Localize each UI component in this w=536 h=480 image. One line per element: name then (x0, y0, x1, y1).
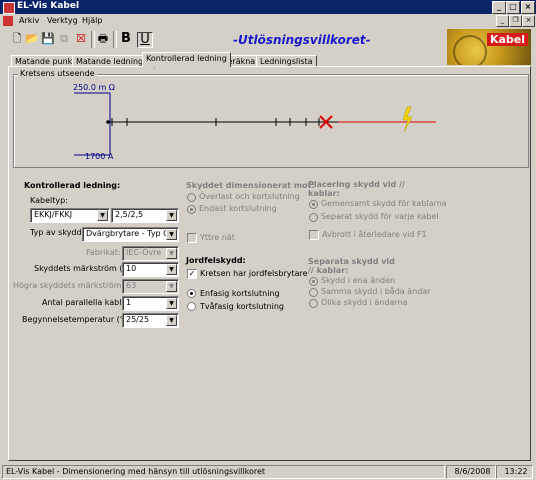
menu-bar: Arkiv Verktyg Hjälp (0, 14, 536, 28)
bada-andar-radio[interactable] (309, 288, 318, 297)
skydd-label: Typ av skydd: (30, 228, 85, 237)
placering-title-2: kablar: (308, 189, 340, 198)
logo-text: Kabel (486, 33, 528, 46)
yttre-nat-checkbox[interactable] (187, 233, 197, 243)
separat-skydd-label: Separat skydd för varje kabel (321, 212, 439, 221)
overlast-radio[interactable] (187, 193, 196, 202)
kabeltyp-value: EKKJ/FKKJ (34, 210, 73, 219)
maximize-button[interactable]: □ (506, 1, 520, 14)
hogra-markstrom-label: Högra skyddets märkström (A): (13, 281, 139, 290)
kabel-logo: Kabel (447, 29, 531, 65)
open-folder-icon[interactable]: 📂 (25, 32, 39, 46)
status-date: 8/6/2008 (446, 465, 496, 479)
tab-kontrollerad-ledning[interactable]: Kontrollerad ledning (142, 52, 231, 67)
jordfelsbrytare-checkbox[interactable]: ✓ (187, 269, 197, 279)
fabrikat-label: Fabrikat: (86, 248, 121, 257)
kabeltyp-label: Kabeltyp: (30, 196, 68, 205)
bada-andar-label: Samma skydd i båda ändar (321, 287, 431, 296)
app-icon[interactable] (3, 2, 15, 14)
chevron-down-icon[interactable]: ▼ (166, 248, 177, 259)
chevron-down-icon[interactable]: ▼ (166, 281, 177, 292)
enfasig-radio[interactable] (187, 289, 196, 298)
chevron-down-icon[interactable]: ▼ (166, 298, 177, 309)
area-select[interactable]: 2,5/2,5 ▼ (111, 208, 179, 223)
temp-select[interactable]: 25/25 ▼ (122, 313, 179, 328)
avbrott-checkbox[interactable] (309, 230, 319, 240)
markstrom-select[interactable]: 10 ▼ (122, 262, 179, 277)
temp-value: 25/25 (126, 315, 150, 324)
jordfelsbrytare-label: Kretsen har jordfelsbrytare (200, 269, 308, 278)
ena-anden-radio[interactable] (309, 277, 318, 286)
mdi-restore-button[interactable]: ❐ (509, 15, 522, 27)
kabeltyp-select[interactable]: EKKJ/FKKJ ▼ (30, 208, 110, 223)
title-bar: EL-Vis Kabel _ □ × (0, 0, 536, 14)
hogra-markstrom-value: 63 (126, 281, 137, 290)
kontrollerad-title: Kontrollerad ledning: (24, 181, 121, 190)
separat-skydd-radio[interactable] (309, 213, 318, 222)
skydd-select[interactable]: Dvärgbrytare - Typ C ▼ (82, 227, 179, 242)
copy-icon[interactable]: ⧉ (57, 32, 71, 46)
parallella-value: 1 (126, 298, 132, 307)
fabrikat-value: IEC-Övre (126, 248, 162, 257)
new-file-icon[interactable]: 🗋 (10, 32, 24, 46)
jordfel-title: Jordfelskydd: (186, 256, 246, 265)
endast-kortslutning-label: Endast kortslutning (199, 204, 277, 213)
chevron-down-icon[interactable]: ▼ (166, 210, 177, 221)
circuit-diagram (74, 92, 436, 156)
overlast-label: Överlast och kortslutning (199, 192, 300, 201)
skydd-value: Dvärgbrytare - Typ C (86, 229, 169, 238)
fabrikat-select[interactable]: IEC-Övre ▼ (122, 246, 179, 261)
circuit-group-label: Kretsens utseende (18, 69, 97, 78)
olika-skydd-radio[interactable] (309, 299, 318, 308)
markstrom-value: 10 (126, 264, 137, 273)
mdi-close-button[interactable]: × (522, 15, 535, 27)
menu-arkiv[interactable]: Arkiv (19, 16, 39, 25)
temp-label: Begynnelsetemperatur (°C): (22, 315, 136, 324)
avbrott-label: Avbrott i återledare vid F1 (322, 230, 427, 239)
chevron-down-icon[interactable]: ▼ (97, 210, 108, 221)
delete-icon[interactable]: ☒ (74, 32, 88, 46)
close-button[interactable]: × (521, 1, 535, 14)
status-time: 13:22 (496, 465, 533, 479)
bold-button[interactable]: B (119, 32, 133, 46)
area-value: 2,5/2,5 (115, 210, 144, 219)
page-heading: -Utlösningsvillkoret- (233, 33, 371, 47)
tvafasig-label: Tvåfasig kortslutning (200, 302, 284, 311)
separata-title-2: // kablar: (308, 266, 349, 275)
window-title: EL-Vis Kabel (17, 1, 80, 11)
mdi-minimize-button[interactable]: _ (496, 15, 509, 27)
enfasig-label: Enfasig kortslutning (200, 289, 280, 298)
minimize-button[interactable]: _ (492, 1, 506, 14)
parallella-label: Antal parallella kablar: (42, 298, 133, 307)
chevron-down-icon[interactable]: ▼ (166, 315, 177, 326)
yttre-nat-label: Yttre nät (200, 233, 235, 242)
menu-hjalp[interactable]: Hjälp (82, 16, 102, 25)
mdi-child-icon[interactable] (3, 16, 13, 26)
menu-verktyg[interactable]: Verktyg (47, 16, 78, 25)
separata-title: Separata skydd vid (308, 257, 395, 266)
gemensamt-skydd-radio[interactable] (309, 200, 318, 209)
save-icon[interactable]: 💾 (41, 32, 55, 46)
hogra-markstrom-select[interactable]: 63 ▼ (122, 279, 179, 294)
tvafasig-radio[interactable] (187, 302, 196, 311)
print-icon[interactable]: 🖶 (96, 32, 110, 46)
toolbar-separator (113, 31, 117, 48)
endast-kortslutning-radio[interactable] (187, 205, 196, 214)
toolbar-separator (91, 31, 95, 48)
underline-button[interactable]: U (137, 32, 153, 48)
chevron-down-icon[interactable]: ▼ (166, 264, 177, 275)
ena-anden-label: Skydd i ena änden (321, 276, 396, 285)
markstrom-label: Skyddets märkström (A): (34, 264, 134, 273)
status-text: EL-Vis Kabel - Dimensionering med hänsyn… (2, 465, 445, 479)
parallella-select[interactable]: 1 ▼ (122, 296, 179, 311)
gemensamt-skydd-label: Gemensamt skydd för kablarna (321, 199, 447, 208)
placering-title: Placering skydd vid // (308, 180, 405, 189)
dimensionerat-title: Skyddet dimensionerat mot: (186, 181, 315, 190)
chevron-down-icon[interactable]: ▼ (166, 229, 177, 240)
olika-skydd-label: Olika skydd i ändarna (321, 298, 408, 307)
